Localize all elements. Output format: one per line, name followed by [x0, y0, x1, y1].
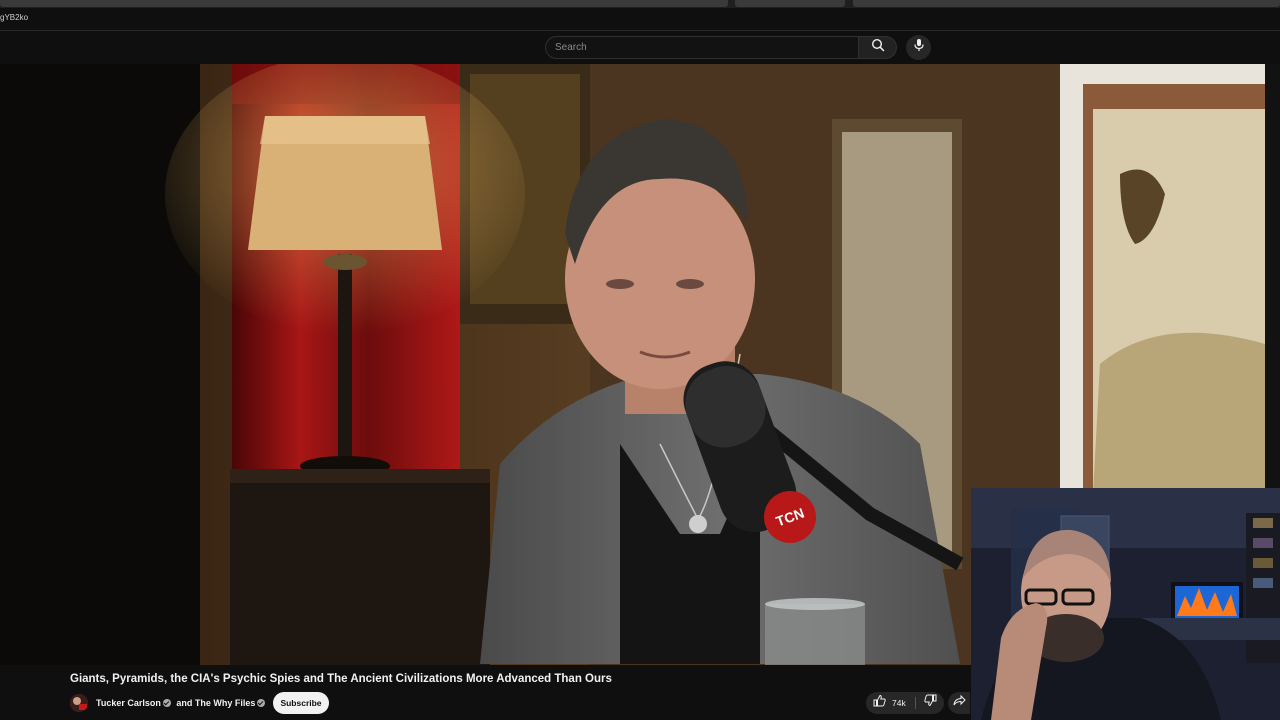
owner-row: Tucker Carlson and The Why Files Subscri…	[70, 692, 970, 714]
search-input[interactable]	[546, 37, 858, 58]
webcam-overlay	[971, 488, 1280, 720]
like-dislike-pill: 74k	[866, 692, 944, 714]
channel-avatar[interactable]	[70, 694, 88, 712]
address-bar[interactable]: gYB2ko	[0, 8, 1280, 31]
browser-tab[interactable]	[853, 0, 1280, 7]
verified-badge-icon	[257, 699, 266, 707]
channel-names: Tucker Carlson and The Why Files	[96, 698, 268, 708]
like-button[interactable]: 74k	[866, 692, 915, 714]
masthead	[0, 31, 1280, 64]
dislike-button[interactable]	[916, 692, 944, 714]
thumbs-up-icon	[873, 694, 886, 712]
browser-tab-strip	[0, 0, 1280, 8]
search-button[interactable]	[859, 36, 897, 59]
share-button[interactable]	[948, 692, 970, 714]
like-count: 74k	[892, 698, 906, 708]
browser-tab[interactable]	[0, 0, 728, 7]
channel-joiner: and	[176, 698, 193, 708]
voice-search-button[interactable]	[906, 35, 931, 60]
share-icon	[953, 694, 966, 712]
subscribe-button[interactable]: Subscribe	[273, 692, 329, 714]
channel-name-link[interactable]: Tucker Carlson	[96, 698, 161, 708]
search-icon	[871, 38, 885, 57]
browser-tab[interactable]	[735, 0, 845, 7]
channel-name-link[interactable]: The Why Files	[195, 698, 256, 708]
mic-icon	[913, 38, 925, 57]
address-bar-url[interactable]: gYB2ko	[0, 13, 28, 22]
video-title: Giants, Pyramids, the CIA's Psychic Spie…	[70, 673, 612, 685]
thumbs-down-icon	[923, 694, 937, 712]
search-box[interactable]	[545, 36, 859, 59]
webcam-frame	[971, 488, 1280, 720]
verified-badge-icon	[162, 699, 171, 707]
